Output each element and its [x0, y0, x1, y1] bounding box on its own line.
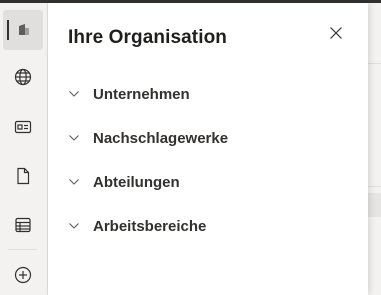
organization-icon — [13, 20, 33, 40]
organization-panel: Ihre Organisation Unternehmen Nachschlag… — [48, 3, 368, 295]
rail-item-organization[interactable] — [3, 10, 43, 50]
rail-item-table[interactable] — [3, 205, 43, 245]
section-unternehmen[interactable]: Unternehmen — [68, 80, 348, 108]
chevron-down-icon — [68, 176, 80, 188]
rail-item-contact-card[interactable] — [3, 107, 43, 147]
background-divider — [368, 63, 381, 64]
section-label: Nachschlagewerke — [93, 129, 229, 147]
section-label: Unternehmen — [93, 85, 190, 103]
add-circle-icon — [13, 265, 33, 285]
close-icon — [329, 26, 343, 45]
section-arbeitsbereiche[interactable]: Arbeitsbereiche — [68, 212, 348, 240]
background-content — [368, 3, 381, 295]
chevron-down-icon — [68, 220, 80, 232]
section-label: Arbeitsbereiche — [93, 217, 207, 235]
background-divider — [368, 186, 381, 187]
chevron-down-icon — [68, 88, 80, 100]
close-button[interactable] — [326, 25, 346, 45]
app-window: Ihre Organisation Unternehmen Nachschlag… — [0, 0, 381, 295]
chevron-down-icon — [68, 132, 80, 144]
section-abteilungen[interactable]: Abteilungen — [68, 168, 348, 196]
rail-divider — [8, 249, 38, 250]
globe-icon — [13, 67, 33, 87]
app-rail — [0, 3, 48, 295]
section-nachschlagewerke[interactable]: Nachschlagewerke — [68, 124, 348, 152]
document-icon — [13, 166, 33, 186]
contact-card-icon — [13, 117, 33, 137]
rail-item-document[interactable] — [3, 156, 43, 196]
panel-title: Ihre Organisation — [68, 27, 228, 48]
rail-item-globe[interactable] — [3, 57, 43, 97]
rail-item-add[interactable] — [3, 255, 43, 295]
section-label: Abteilungen — [93, 173, 180, 191]
background-selected-row — [368, 193, 381, 217]
table-icon — [13, 215, 33, 235]
